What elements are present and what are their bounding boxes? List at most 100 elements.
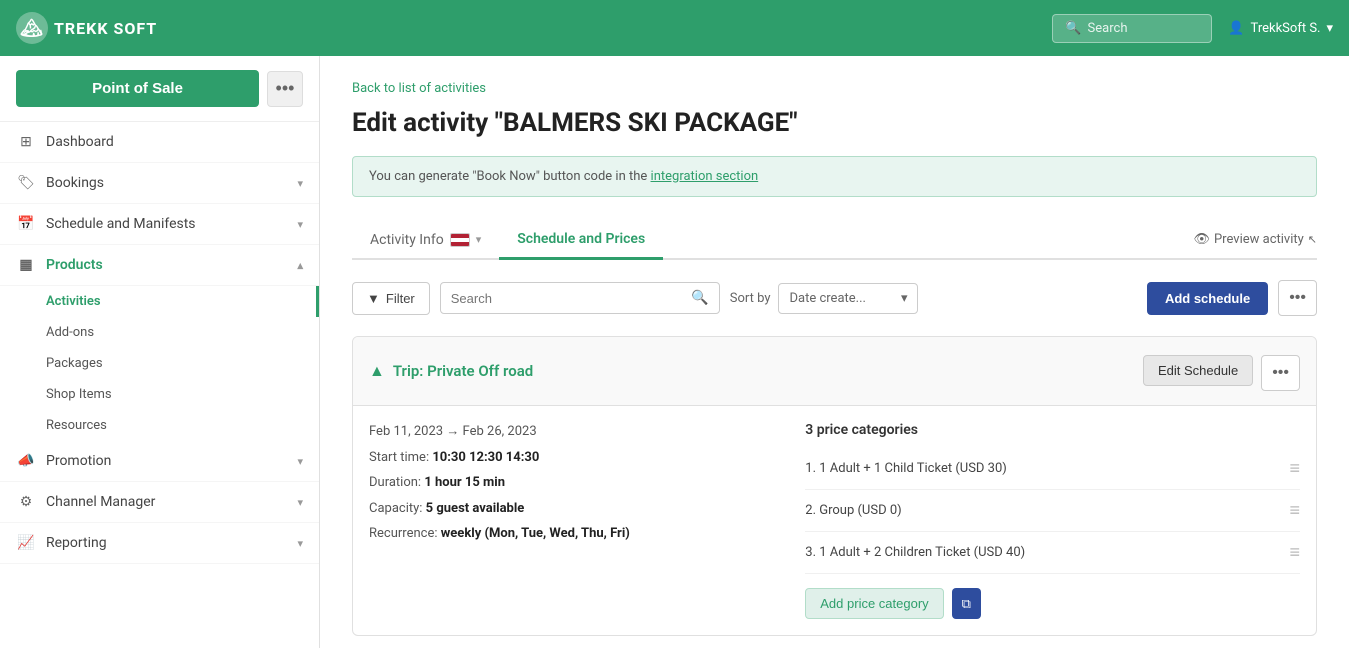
price-num: 2. xyxy=(805,503,819,518)
chevron-icon: ▾ xyxy=(297,177,303,190)
add-schedule-button[interactable]: Add schedule xyxy=(1147,282,1268,315)
sidebar-item-bookings[interactable]: 🏷 Bookings ▾ xyxy=(0,163,319,204)
capacity: Capacity: 5 guest available xyxy=(369,499,781,519)
chevron-down-icon: ▾ xyxy=(1326,21,1333,36)
more-options-button[interactable]: ••• xyxy=(1278,280,1317,316)
chevron-icon: ▾ xyxy=(297,218,303,231)
sort-label: Sort by xyxy=(730,291,771,306)
bookings-icon: 🏷 xyxy=(16,175,36,191)
schedule-card: ▲ Trip: Private Off road Edit Schedule •… xyxy=(352,336,1317,636)
sidebar-item-promotion[interactable]: 📣 Promotion ▾ xyxy=(0,441,319,482)
sidebar-item-label: Promotion xyxy=(46,453,111,469)
capacity-value: 5 guest available xyxy=(426,501,525,516)
filter-button[interactable]: ▼ Filter xyxy=(352,282,430,315)
drag-icon[interactable]: ≡ xyxy=(1289,500,1300,521)
chevron-down-icon: ▾ xyxy=(476,233,482,246)
chevron-down-icon: ▾ xyxy=(901,291,908,306)
sidebar-item-resources[interactable]: Resources xyxy=(0,410,319,441)
more-options-button[interactable]: ••• xyxy=(267,71,303,107)
search-box[interactable]: 🔍 Search xyxy=(1052,14,1212,43)
price-label: 1. 1 Adult + 1 Child Ticket (USD 30) xyxy=(805,461,1281,476)
sidebar-item-shopitems[interactable]: Shop Items xyxy=(0,379,319,410)
dashboard-icon: ⊞ xyxy=(16,134,36,150)
price-text: 1 Adult + 2 Children Ticket (USD 40) xyxy=(819,545,1025,560)
point-of-sale-button[interactable]: Point of Sale xyxy=(16,70,259,107)
recurrence-label: Recurrence: xyxy=(369,526,438,541)
sidebar-item-activities[interactable]: Activities xyxy=(0,286,319,317)
tab-activity-info[interactable]: Activity Info ▾ xyxy=(352,222,499,258)
sidebar-item-dashboard[interactable]: ⊞ Dashboard xyxy=(0,122,319,163)
toolbar: ▼ Filter 🔍 Sort by Date create... ▾ Add … xyxy=(352,280,1317,316)
sidebar-header: Point of Sale ••• xyxy=(0,56,319,122)
price-text: 1 Adult + 1 Child Ticket (USD 30) xyxy=(819,461,1007,476)
cursor-icon: ↖ xyxy=(1308,233,1317,246)
flag-icon xyxy=(450,233,470,247)
start-time: Start time: 10:30 12:30 14:30 xyxy=(369,448,781,468)
sidebar-subitem-label: Activities xyxy=(46,294,101,309)
sidebar-subitem-label: Resources xyxy=(46,418,107,433)
schedule-info: Feb 11, 2023 → Feb 26, 2023 Start time: … xyxy=(369,422,781,619)
schedule-body: Feb 11, 2023 → Feb 26, 2023 Start time: … xyxy=(353,406,1316,635)
collapse-icon[interactable]: ▲ xyxy=(369,361,385,381)
price-label: 2. Group (USD 0) xyxy=(805,503,1281,518)
tab-label: Activity Info xyxy=(370,232,444,248)
drag-icon[interactable]: ≡ xyxy=(1289,458,1300,479)
duration-label: Duration: xyxy=(369,475,421,490)
sidebar-item-schedule[interactable]: 📅 Schedule and Manifests ▾ xyxy=(0,204,319,245)
sort-select[interactable]: Date create... ▾ xyxy=(778,283,918,314)
chevron-icon: ▾ xyxy=(297,537,303,550)
edit-schedule-button[interactable]: Edit Schedule xyxy=(1143,355,1253,386)
price-row: 2. Group (USD 0) ≡ xyxy=(805,490,1300,532)
price-section: 3 price categories 1. 1 Adult + 1 Child … xyxy=(805,422,1300,619)
sidebar-item-label: Reporting xyxy=(46,535,107,551)
search-icon: 🔍 xyxy=(691,290,708,306)
schedule-header: ▲ Trip: Private Off road Edit Schedule •… xyxy=(353,337,1316,406)
preview-label: Preview activity xyxy=(1214,232,1304,247)
sidebar-item-addons[interactable]: Add-ons xyxy=(0,317,319,348)
sidebar-subitem-label: Add-ons xyxy=(46,325,94,340)
logo-text: TREKK SOFT xyxy=(54,19,157,38)
chevron-icon: ▴ xyxy=(297,259,303,272)
price-categories-title: 3 price categories xyxy=(805,422,1300,438)
duration: Duration: 1 hour 15 min xyxy=(369,473,781,493)
sidebar-item-products[interactable]: ▦ Products ▴ xyxy=(0,245,319,286)
main-content: Back to list of activities Edit activity… xyxy=(320,56,1349,648)
user-menu[interactable]: 👤 TrekkSoft S. ▾ xyxy=(1228,21,1333,36)
user-icon: 👤 xyxy=(1228,21,1244,36)
schedule-more-button[interactable]: ••• xyxy=(1261,355,1300,391)
top-navigation: 🏔 TREKK SOFT 🔍 Search 👤 TrekkSoft S. ▾ xyxy=(0,0,1349,56)
price-text: Group (USD 0) xyxy=(819,503,901,518)
search-input[interactable] xyxy=(451,291,684,306)
recurrence-value: weekly (Mon, Tue, Wed, Thu, Fri) xyxy=(441,526,630,541)
user-label: TrekkSoft S. xyxy=(1251,21,1321,36)
info-banner: You can generate "Book Now" button code … xyxy=(352,156,1317,197)
sidebar-item-channel[interactable]: ⚙ Channel Manager ▾ xyxy=(0,482,319,523)
sort-wrap: Sort by Date create... ▾ xyxy=(730,283,919,314)
sidebar-item-reporting[interactable]: 📈 Reporting ▾ xyxy=(0,523,319,564)
sidebar-item-label: Dashboard xyxy=(46,134,114,150)
price-num: 1. xyxy=(805,461,819,476)
capacity-label: Capacity: xyxy=(369,501,422,516)
drag-icon[interactable]: ≡ xyxy=(1289,542,1300,563)
copy-button[interactable]: ⧉ xyxy=(952,588,981,619)
sidebar: Point of Sale ••• ⊞ Dashboard 🏷 Bookings… xyxy=(0,56,320,648)
sidebar-subitem-label: Shop Items xyxy=(46,387,112,402)
back-link[interactable]: Back to list of activities xyxy=(352,81,486,96)
banner-text-before: You can generate "Book Now" button code … xyxy=(369,169,651,184)
add-price-category-button[interactable]: Add price category xyxy=(805,588,943,619)
sidebar-item-packages[interactable]: Packages xyxy=(0,348,319,379)
schedule-title: Trip: Private Off road xyxy=(393,362,533,380)
filter-label: Filter xyxy=(386,291,415,306)
chevron-icon: ▾ xyxy=(297,496,303,509)
search-input-wrap[interactable]: 🔍 xyxy=(440,282,720,314)
tab-schedule-prices[interactable]: Schedule and Prices xyxy=(499,221,663,260)
start-time-label: Start time: xyxy=(369,450,429,465)
sidebar-subitem-label: Packages xyxy=(46,356,103,371)
preview-activity-link[interactable]: 👁 Preview activity ↖ xyxy=(1193,232,1317,247)
price-num: 3. xyxy=(805,545,819,560)
sidebar-item-label: Channel Manager xyxy=(46,494,155,510)
date-range: Feb 11, 2023 → Feb 26, 2023 xyxy=(369,422,781,442)
search-label: Search xyxy=(1088,21,1128,36)
integration-link[interactable]: integration section xyxy=(651,169,759,184)
logo: 🏔 TREKK SOFT xyxy=(16,12,157,44)
